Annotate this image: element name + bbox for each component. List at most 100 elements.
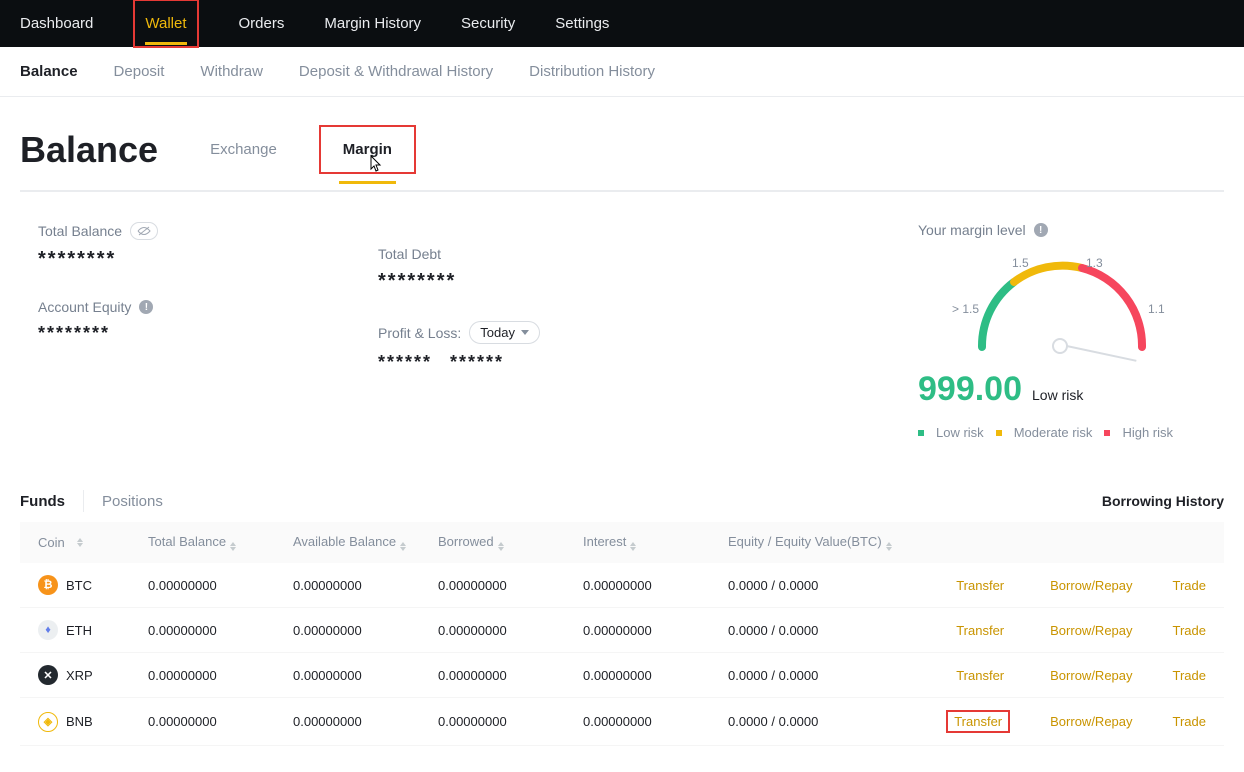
nav-wallet[interactable]: Wallet	[145, 3, 186, 44]
col-borrowed[interactable]: Borrowed	[438, 534, 494, 549]
trade-link[interactable]: Trade	[1173, 668, 1206, 683]
margin-level-label: Your margin level	[918, 222, 1026, 238]
cell-equity: 0.0000 / 0.0000	[728, 668, 908, 683]
sort-icon[interactable]	[498, 542, 504, 551]
cell-total: 0.00000000	[148, 668, 293, 683]
borrow-repay-link[interactable]: Borrow/Repay	[1050, 623, 1132, 638]
cell-avail: 0.00000000	[293, 668, 438, 683]
coin-symbol: BNB	[66, 714, 93, 729]
trade-link[interactable]: Trade	[1173, 578, 1206, 593]
legend-low: Low risk	[936, 425, 984, 440]
sub-nav: Balance Deposit Withdraw Deposit & Withd…	[0, 47, 1244, 97]
pl-value-1: ******	[378, 352, 432, 373]
info-icon[interactable]: !	[139, 300, 153, 314]
cell-total: 0.00000000	[148, 714, 293, 729]
coin-icon: ₿	[38, 575, 58, 595]
col-total[interactable]: Total Balance	[148, 534, 226, 549]
margin-level-value: 999.00	[918, 370, 1022, 409]
transfer-link[interactable]: Transfer	[954, 714, 1002, 729]
trade-link[interactable]: Trade	[1173, 714, 1206, 729]
subnav-distribution-history[interactable]: Distribution History	[529, 63, 655, 80]
tab-funds[interactable]: Funds	[20, 493, 83, 510]
cell-avail: 0.00000000	[293, 578, 438, 593]
col-equity[interactable]: Equity / Equity Value(BTC)	[728, 534, 882, 549]
legend-high: High risk	[1122, 425, 1173, 440]
cell-interest: 0.00000000	[583, 714, 728, 729]
tab-exchange[interactable]: Exchange	[206, 133, 281, 166]
sort-icon[interactable]	[400, 542, 406, 551]
sort-icon[interactable]	[230, 542, 236, 551]
total-debt-value: ********	[378, 270, 878, 293]
coin-icon: ◈	[38, 712, 58, 732]
info-icon[interactable]: !	[1034, 223, 1048, 237]
total-debt-label: Total Debt	[378, 246, 441, 262]
sort-icon[interactable]	[886, 542, 892, 551]
nav-dashboard[interactable]: Dashboard	[20, 3, 93, 44]
coin-symbol: XRP	[66, 668, 93, 683]
legend-mod: Moderate risk	[1014, 425, 1093, 440]
gauge-tick-g15: > 1.5	[952, 302, 979, 316]
top-nav: Dashboard Wallet Orders Margin History S…	[0, 0, 1244, 47]
transfer-link[interactable]: Transfer	[956, 623, 1004, 638]
table-row: ✕XRP0.000000000.000000000.000000000.0000…	[20, 653, 1224, 698]
cell-avail: 0.00000000	[293, 714, 438, 729]
table-row: ♦ETH0.000000000.000000000.000000000.0000…	[20, 608, 1224, 653]
borrow-repay-link[interactable]: Borrow/Repay	[1050, 668, 1132, 683]
table-row: ◈BNB0.000000000.000000000.000000000.0000…	[20, 698, 1224, 746]
legend-dot-mod	[996, 430, 1002, 436]
col-coin[interactable]: Coin	[38, 535, 65, 550]
nav-settings[interactable]: Settings	[555, 3, 609, 44]
pl-period-select[interactable]: Today	[469, 321, 540, 344]
coin-symbol: BTC	[66, 578, 92, 593]
legend-dot-low	[918, 430, 924, 436]
cell-borrowed: 0.00000000	[438, 668, 583, 683]
chevron-down-icon	[521, 330, 529, 335]
borrow-repay-link[interactable]: Borrow/Repay	[1050, 578, 1132, 593]
cell-interest: 0.00000000	[583, 578, 728, 593]
eye-icon[interactable]	[130, 222, 158, 240]
cell-avail: 0.00000000	[293, 623, 438, 638]
transfer-link[interactable]: Transfer	[956, 578, 1004, 593]
col-avail[interactable]: Available Balance	[293, 534, 396, 549]
cell-borrowed: 0.00000000	[438, 623, 583, 638]
account-equity-value: ********	[38, 323, 378, 344]
margin-gauge: 1.5 1.3 > 1.5 1.1	[952, 252, 1172, 362]
coin-symbol: ETH	[66, 623, 92, 638]
subnav-balance[interactable]: Balance	[20, 63, 78, 80]
transfer-link[interactable]: Transfer	[956, 668, 1004, 683]
cell-total: 0.00000000	[148, 578, 293, 593]
assets-table: Coin Total Balance Available Balance Bor…	[20, 522, 1224, 746]
cell-interest: 0.00000000	[583, 623, 728, 638]
cell-equity: 0.0000 / 0.0000	[728, 714, 908, 729]
nav-margin-history[interactable]: Margin History	[324, 3, 421, 44]
sort-icon[interactable]	[630, 542, 636, 551]
pl-value-2: ******	[450, 352, 504, 373]
nav-orders[interactable]: Orders	[239, 3, 285, 44]
table-row: ₿BTC0.000000000.000000000.000000000.0000…	[20, 563, 1224, 608]
subnav-deposit[interactable]: Deposit	[114, 63, 165, 80]
cell-borrowed: 0.00000000	[438, 578, 583, 593]
gauge-tick-13: 1.3	[1086, 256, 1103, 270]
nav-security[interactable]: Security	[461, 3, 515, 44]
cell-total: 0.00000000	[148, 623, 293, 638]
tab-margin[interactable]: Margin	[339, 133, 396, 166]
trade-link[interactable]: Trade	[1173, 623, 1206, 638]
coin-icon: ✕	[38, 665, 58, 685]
subnav-dw-history[interactable]: Deposit & Withdrawal History	[299, 63, 493, 80]
gauge-tick-15: 1.5	[1012, 256, 1029, 270]
borrowing-history-link[interactable]: Borrowing History	[1102, 493, 1224, 509]
borrow-repay-link[interactable]: Borrow/Repay	[1050, 714, 1132, 729]
cell-interest: 0.00000000	[583, 668, 728, 683]
tab-positions[interactable]: Positions	[84, 493, 181, 510]
page-title: Balance	[20, 129, 158, 171]
col-interest[interactable]: Interest	[583, 534, 626, 549]
cell-borrowed: 0.00000000	[438, 714, 583, 729]
sort-icon[interactable]	[77, 538, 83, 547]
account-equity-label: Account Equity	[38, 299, 131, 315]
legend-dot-high	[1104, 430, 1110, 436]
coin-icon: ♦	[38, 620, 58, 640]
gauge-tick-11: 1.1	[1148, 302, 1165, 316]
pl-label: Profit & Loss:	[378, 325, 461, 341]
total-balance-label: Total Balance	[38, 223, 122, 239]
subnav-withdraw[interactable]: Withdraw	[200, 63, 263, 80]
